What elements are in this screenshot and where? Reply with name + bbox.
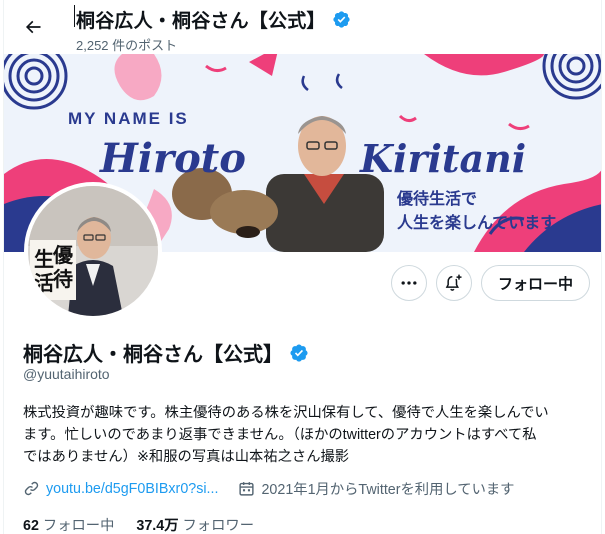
following-count: 62 <box>23 518 39 534</box>
banner-tagline1: 優待生活で <box>396 189 477 208</box>
joined-text: 2021年1月からTwitterを利用しています <box>261 482 515 498</box>
notification-add-icon <box>445 274 462 291</box>
text-cursor <box>74 5 75 27</box>
follow-stats: 62 フォロー中 37.4万 フォロワー <box>23 514 254 534</box>
banner-last-name: Kiritani <box>359 136 526 181</box>
post-count: 2,252 件のポスト <box>76 38 178 53</box>
header-title-row: 桐谷広人・桐谷さん【公式】 <box>76 6 351 33</box>
bio: 株式投資が趣味です。株主優待のある株を沢山保有して、優待で人生を楽しんでい ます… <box>23 402 588 468</box>
bio-line: ます。忙しいのであまり返事できません。（ほかのtwitterのアカウントはすべて… <box>23 427 537 443</box>
verified-badge-icon <box>332 11 350 28</box>
more-button[interactable] <box>391 265 427 301</box>
bio-line: ではありません）※和服の写真は山本祐之さん撮影 <box>23 449 350 465</box>
sign-text-2: 優 <box>52 243 74 267</box>
followers-count: 37.4万 <box>136 518 179 534</box>
back-button[interactable] <box>16 10 50 44</box>
banner-first-name: Hiroto <box>99 135 246 182</box>
profile-meta: youtu.be/d5gF0BIBxr0?si... 2021年1月からTwit… <box>23 478 514 499</box>
avatar[interactable]: 生 優 活 待 <box>24 182 162 320</box>
profile-link[interactable]: youtu.be/d5gF0BIBxr0?si... <box>46 481 218 497</box>
display-name: 桐谷広人・桐谷さん【公式】 <box>23 344 283 366</box>
verified-badge-icon[interactable] <box>289 343 309 363</box>
arrow-left-icon <box>25 20 41 34</box>
sign-text-1: 生 <box>34 247 54 271</box>
following-stat[interactable]: 62 フォロー中 <box>23 514 114 534</box>
joined-date: 2021年1月からTwitterを利用しています <box>238 478 514 499</box>
header-title: 桐谷広人・桐谷さん【公式】 <box>76 11 326 32</box>
bio-line: 株式投資が趣味です。株主優待のある株を沢山保有して、優待で人生を楽しんでい <box>23 405 549 421</box>
profile-page: 桐谷広人・桐谷さん【公式】 2,252 件のポスト MY NAME IS Hir… <box>3 0 602 534</box>
followers-stat[interactable]: 37.4万 フォロワー <box>136 514 254 534</box>
display-name-row: 桐谷広人・桐谷さん【公式】 <box>23 338 309 367</box>
following-label: フォロー中 <box>42 518 115 534</box>
sign-text-3: 活 <box>34 271 54 295</box>
calendar-icon <box>239 482 255 496</box>
notify-button[interactable] <box>436 265 472 301</box>
followers-label: フォロワー <box>182 518 254 534</box>
banner-tagline2: 人生を楽しんでいます <box>397 213 556 232</box>
sign-text-4: 待 <box>53 267 73 291</box>
user-handle: @yuutaihiroto <box>23 366 110 382</box>
top-bar: 桐谷広人・桐谷さん【公式】 2,252 件のポスト <box>4 0 601 54</box>
link-icon <box>24 481 39 496</box>
following-button[interactable]: フォロー中 <box>481 265 590 301</box>
banner-line1: MY NAME IS <box>68 109 189 128</box>
more-icon <box>401 281 417 285</box>
